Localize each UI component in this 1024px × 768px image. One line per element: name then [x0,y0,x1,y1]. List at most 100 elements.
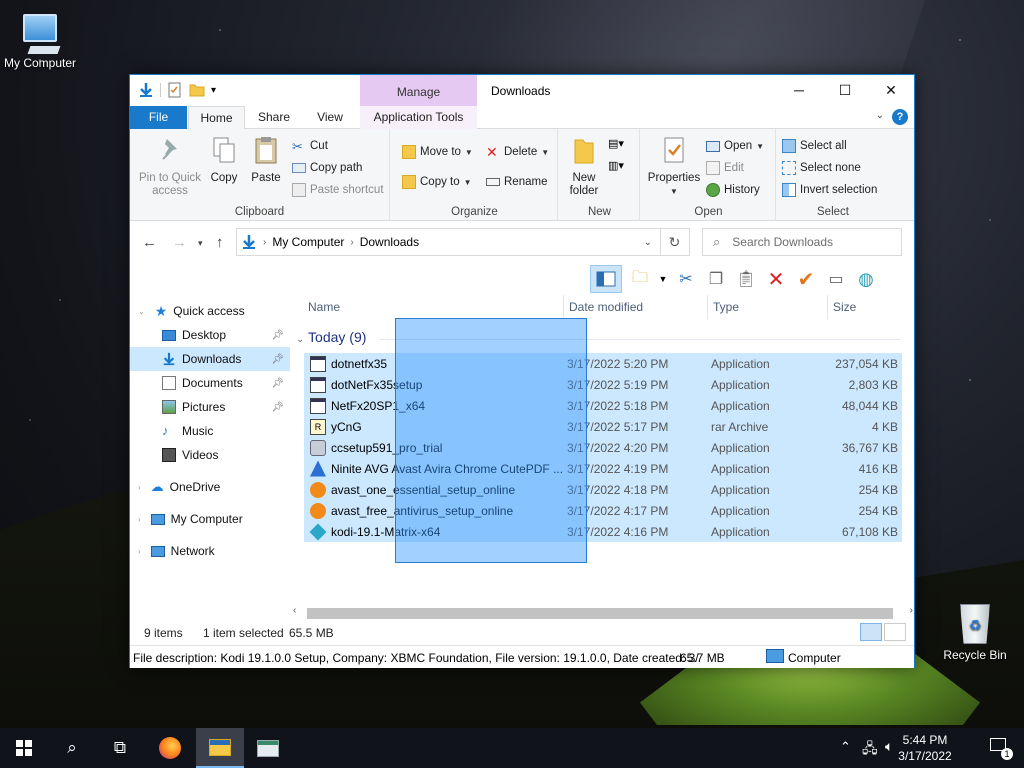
column-divider[interactable] [563,295,564,319]
cut-button[interactable]: ✂ Cut [292,137,328,155]
scroll-right-icon[interactable]: › [910,605,913,616]
nav-item-documents[interactable]: Documents 📌︎ [162,371,290,395]
history-button[interactable]: History [706,181,760,199]
folder-options-icon[interactable]: 🗀 [628,267,652,291]
chevron-down-icon[interactable]: ⌄ [876,110,884,121]
delete-x-icon[interactable]: ✕ [764,267,788,291]
desktop-icon-recycle-bin[interactable]: Recycle Bin [935,604,1015,662]
pin-quick-access-button[interactable]: Pin to Quick access [138,135,204,198]
tab-file[interactable]: File [130,106,187,129]
maximize-button[interactable]: ☐ [822,75,868,105]
file-explorer-icon[interactable] [196,728,244,768]
properties-check-icon[interactable] [167,82,183,98]
new-folder-button[interactable]: New folder [566,135,602,198]
nav-quick-access[interactable]: ⌄ ★ Quick access [138,299,245,323]
desktop-icon-my-computer[interactable]: My Computer [0,10,80,70]
preview-pane-icon[interactable] [590,265,622,293]
refresh-icon[interactable]: ↻ [660,228,690,256]
file-row[interactable]: dotNetFx35setup 3/17/2022 5:19 PM Applic… [304,374,902,395]
nav-onedrive[interactable]: › ☁ OneDrive [138,475,220,499]
chevron-up-icon[interactable]: ⌃ [840,739,851,755]
up-arrow-icon[interactable]: ↑ [216,234,224,251]
address-bar[interactable]: › My Computer › Downloads ⌄ [236,228,661,256]
nav-item-desktop[interactable]: Desktop 📌︎ [162,323,290,347]
horizontal-scrollbar[interactable]: ‹ › [293,605,913,622]
network-tray-icon[interactable]: 🖧 [862,738,878,762]
nav-item-videos[interactable]: Videos [162,443,290,467]
nav-item-music[interactable]: ♪ Music [162,419,290,443]
help-button[interactable]: ? [892,109,908,125]
start-button[interactable] [0,728,48,768]
properties-button[interactable]: Properties ▼ [646,135,702,198]
file-row[interactable]: kodi-19.1-Matrix-x64 3/17/2022 4:16 PM A… [304,521,902,542]
paste-button[interactable]: Paste [248,135,284,185]
select-none-button[interactable]: Select none [782,159,861,177]
column-header-date-modified[interactable]: Date modified [569,295,643,319]
firefox-icon[interactable] [146,728,194,768]
copy-to-button[interactable]: Copy to ▼ [402,173,472,191]
large-icons-view-icon[interactable] [884,623,906,641]
address-history-chevron-icon[interactable]: ⌄ [644,237,652,248]
forward-arrow-icon[interactable]: → [172,234,187,251]
globe-icon[interactable]: ◍ [854,267,878,291]
edit-button[interactable]: Edit [706,159,744,177]
column-header-name[interactable]: Name [308,295,340,319]
select-all-button[interactable]: Select all [782,137,847,155]
scroll-left-icon[interactable]: ‹ [293,605,296,616]
minimize-button[interactable]: ─ [776,75,822,105]
paste-icon[interactable]: 📋︎ [734,267,758,291]
nav-network[interactable]: › Network [138,539,215,563]
tab-application-tools[interactable]: Application Tools [360,106,477,129]
tab-home[interactable]: Home [188,106,245,130]
dropdown-caret-icon[interactable]: ▼ [658,267,668,291]
new-item-icon[interactable]: ▤▾ [608,137,624,150]
file-row[interactable]: RyCnG 3/17/2022 5:17 PM rar Archive 4 KB [304,416,902,437]
move-to-button[interactable]: Move to ▼ [402,143,473,161]
checkmark-icon[interactable]: ✔ [794,267,818,291]
clock[interactable]: 5:44 PM 3/17/2022 [895,732,955,764]
easy-access-icon[interactable]: ▥▾ [608,159,624,172]
search-icon[interactable]: ⌕ [48,728,96,768]
copy-button[interactable]: Copy [208,135,240,185]
copy-icon[interactable]: ❐ [704,267,728,291]
file-row[interactable]: NetFx20SP1_x64 3/17/2022 5:18 PM Applica… [304,395,902,416]
download-arrow-icon[interactable] [138,82,154,98]
title-bar[interactable]: ▾ Manage Downloads ─ ☐ ✕ [130,75,914,106]
copy-path-button[interactable]: Copy path [292,159,362,177]
new-folder-icon[interactable] [189,82,205,98]
details-view-icon[interactable] [860,623,882,641]
column-divider[interactable] [707,295,708,319]
open-button[interactable]: Open ▼ [706,137,764,155]
app-window-icon[interactable] [244,728,292,768]
column-header-type[interactable]: Type [713,295,739,319]
breadcrumb-downloads[interactable]: Downloads [360,235,419,249]
file-row[interactable]: dotnetfx35 3/17/2022 5:20 PM Application… [304,353,902,374]
volume-icon[interactable]: 🔈︎ [885,738,893,755]
customize-toolbar-icon[interactable]: ▾ [211,85,216,96]
file-row[interactable]: Ninite AVG Avast Avira Chrome CutePDF ..… [304,458,902,479]
column-header-size[interactable]: Size [833,295,856,319]
notification-icon[interactable]: 1 [990,738,1013,760]
back-arrow-icon[interactable]: ← [142,234,157,251]
paste-shortcut-button[interactable]: Paste shortcut [292,181,384,199]
task-view-icon[interactable]: ⧉ [96,728,144,768]
scroll-thumb[interactable] [307,608,893,619]
delete-button[interactable]: ✕ Delete ▼ [486,143,549,161]
breadcrumb-my-computer[interactable]: My Computer [272,235,344,249]
recent-locations-chevron-icon[interactable]: ▾ [198,238,203,249]
file-row[interactable]: ccsetup591_pro_trial 3/17/2022 4:20 PM A… [304,437,902,458]
tab-share[interactable]: Share [246,106,302,129]
invert-selection-button[interactable]: Invert selection [782,181,877,199]
rename-button[interactable]: Rename [486,173,547,191]
column-divider[interactable] [827,295,828,319]
rename-icon[interactable]: ▭ [824,267,848,291]
file-row[interactable]: avast_free_antivirus_setup_online 3/17/2… [304,500,902,521]
tab-view[interactable]: View [302,106,358,129]
scissors-icon[interactable]: ✂ [674,267,698,291]
nav-item-pictures[interactable]: Pictures 📌︎ [162,395,290,419]
group-header-today[interactable]: ⌄ Today (9) [296,329,366,345]
file-row[interactable]: avast_one_essential_setup_online 3/17/20… [304,479,902,500]
search-input[interactable]: ⌕ Search Downloads [702,228,902,256]
close-button[interactable]: ✕ [868,75,914,105]
nav-item-downloads[interactable]: Downloads 📌︎ [130,347,290,371]
